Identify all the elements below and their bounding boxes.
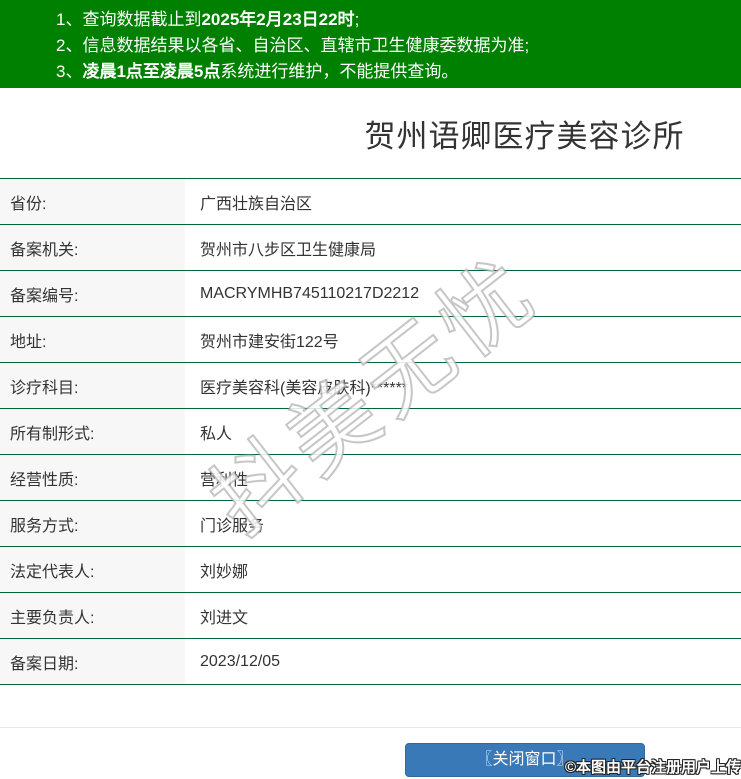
- field-label: 所有制形式:: [0, 409, 185, 454]
- table-row-filing-date: 备案日期: 2023/12/05: [0, 639, 741, 685]
- field-value: 2023/12/05: [200, 652, 281, 670]
- field-label: 地址:: [0, 317, 185, 362]
- table-row-business-nature: 经营性质: 营利性: [0, 455, 741, 501]
- notice-text: 查询数据截止到: [82, 10, 202, 29]
- close-window-button[interactable]: 〖关闭窗口〗: [404, 743, 645, 777]
- table-row-legal-representative: 法定代表人: 刘妙娜: [0, 547, 741, 593]
- footer-area: 〖关闭窗口〗: [0, 727, 741, 779]
- notice-text: 系统进行维护，不能提供查询。: [220, 62, 459, 81]
- notice-number: 2、: [56, 36, 83, 55]
- field-label: 备案日期:: [0, 639, 185, 684]
- notice-line-1: 1、查询数据截止到2025年2月23日22时;: [56, 7, 731, 33]
- notice-text-bold: 凌晨1点至凌晨5点: [82, 62, 221, 81]
- query-result-page: 1、查询数据截止到2025年2月23日22时; 2、信息数据结果以各省、自治区、…: [0, 0, 741, 779]
- field-value: 刘妙娜: [200, 563, 249, 581]
- notice-text-bold: 2025年2月23日22时: [201, 10, 355, 29]
- notice-number: 3、: [56, 62, 83, 81]
- notice-text: 信息数据结果以各省、自治区、直辖市卫生健康委数据为准;: [82, 36, 530, 55]
- field-value: 贺州市八步区卫生健康局: [200, 241, 377, 259]
- field-label: 服务方式:: [0, 501, 185, 546]
- notice-number: 1、: [56, 10, 83, 29]
- field-value: 营利性: [200, 471, 249, 489]
- field-value: 私人: [200, 425, 233, 443]
- field-value: 门诊服务: [200, 517, 265, 535]
- footer-divider: [0, 727, 741, 728]
- table-row-service-mode: 服务方式: 门诊服务: [0, 501, 741, 547]
- notice-line-2: 2、信息数据结果以各省、自治区、直辖市卫生健康委数据为准;: [56, 33, 731, 59]
- table-row-province: 省份: 广西壮族自治区: [0, 179, 741, 225]
- field-value: 刘进文: [200, 609, 249, 627]
- registration-info-table: 省份: 广西壮族自治区 备案机关: 贺州市八步区卫生健康局 备案编号: MACR…: [0, 178, 741, 685]
- field-value: MACRYMHB745110217D2212: [200, 284, 420, 302]
- field-label: 诊疗科目:: [0, 363, 185, 408]
- title-area: 贺州语卿医疗美容诊所: [154, 88, 741, 178]
- table-row-treatment-subjects: 诊疗科目: 医疗美容科(美容皮肤科)******: [0, 363, 741, 409]
- field-label: 主要负责人:: [0, 593, 185, 638]
- field-label: 经营性质:: [0, 455, 185, 500]
- notice-banner: 1、查询数据截止到2025年2月23日22时; 2、信息数据结果以各省、自治区、…: [0, 0, 741, 88]
- table-row-ownership-form: 所有制形式: 私人: [0, 409, 741, 455]
- notice-text: ;: [354, 10, 360, 29]
- field-value: 广西壮族自治区: [200, 195, 313, 213]
- field-value: 医疗美容科(美容皮肤科)******: [200, 379, 409, 397]
- table-row-address: 地址: 贺州市建安街122号: [0, 317, 741, 363]
- table-row-filing-authority: 备案机关: 贺州市八步区卫生健康局: [0, 225, 741, 271]
- field-label: 省份:: [0, 179, 185, 224]
- field-label: 法定代表人:: [0, 547, 185, 592]
- field-label: 备案编号:: [0, 271, 185, 316]
- page-title: 贺州语卿医疗美容诊所: [364, 118, 685, 154]
- field-value: 贺州市建安街122号: [200, 333, 339, 351]
- table-row-filing-number: 备案编号: MACRYMHB745110217D2212: [0, 271, 741, 317]
- notice-line-3: 3、凌晨1点至凌晨5点系统进行维护，不能提供查询。: [56, 59, 731, 85]
- table-row-principal: 主要负责人: 刘进文: [0, 593, 741, 639]
- field-label: 备案机关:: [0, 225, 185, 270]
